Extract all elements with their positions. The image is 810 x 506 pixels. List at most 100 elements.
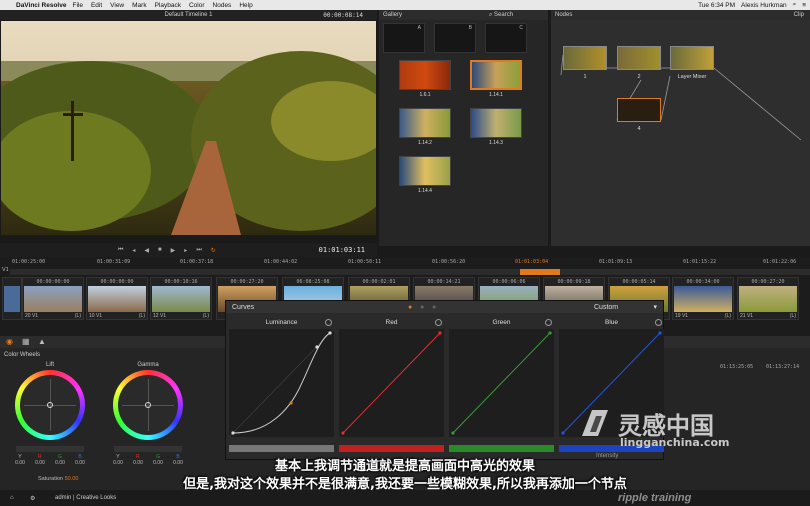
node-editor: Nodes Clip 1 2 Layer Mixer 4 (551, 10, 810, 246)
list-icon[interactable]: ≡ (802, 2, 806, 9)
menu-edit[interactable]: Edit (91, 2, 102, 9)
menu-playback[interactable]: Playback (155, 2, 181, 9)
clip-name: 10 V1 (89, 313, 103, 319)
menu-view[interactable]: View (110, 2, 124, 9)
app-name[interactable]: DaVinci Resolve (16, 2, 66, 9)
jump-start-icon[interactable]: ⏮ (118, 247, 123, 254)
color-wheels-tab-icon[interactable]: ◉ (6, 337, 13, 346)
curve-channel-label: Luminance (265, 319, 298, 326)
corner-watermark: ripple training (618, 492, 692, 504)
node-label: 1 (583, 74, 587, 80)
clip-flag: (L) (202, 313, 209, 319)
gamma-wheel[interactable]: Gamma Y R G B 0.00 0.00 0.00 0.00 (108, 362, 188, 466)
timeline-selector[interactable]: Default Timeline 1 (164, 12, 212, 18)
red-curve[interactable]: Red (339, 319, 444, 439)
viewer-image (1, 21, 376, 235)
luminance-graph[interactable] (229, 329, 334, 437)
menu-color[interactable]: Color (189, 2, 205, 9)
ruler-tc: 01:01:03:04 (515, 259, 549, 265)
green-graph[interactable] (449, 329, 554, 437)
play-reverse-icon[interactable]: ◀ (144, 247, 149, 254)
loop-icon[interactable]: ↻ (211, 247, 216, 254)
wheel-name: Gamma (137, 362, 159, 368)
step-forward-icon[interactable]: ▸ (184, 247, 187, 254)
still-item[interactable]: 1.14.4 (399, 156, 451, 194)
log-icon[interactable]: ▲ (38, 337, 46, 346)
menu-file[interactable]: File (72, 2, 82, 9)
reset-icon[interactable] (545, 319, 552, 326)
clip-thumb[interactable] (2, 277, 22, 320)
page-dot[interactable]: ● (420, 304, 424, 311)
luminance-intensity-bar[interactable] (229, 445, 334, 452)
gamma-master-wheel[interactable] (114, 446, 182, 452)
curves-mode-select[interactable]: Custom (594, 304, 618, 311)
wheel-puck[interactable] (145, 402, 151, 408)
user-name[interactable]: Alexis Hurkman (741, 2, 787, 9)
reset-icon[interactable] (435, 319, 442, 326)
clip-thumb[interactable]: 00:00:00:00 10 V1 (L) (86, 277, 148, 320)
album-c[interactable]: C (485, 23, 527, 53)
clip-name: 20 V1 (25, 313, 39, 319)
play-icon[interactable]: ▶ (171, 247, 176, 254)
step-back-icon[interactable]: ◂ (132, 247, 135, 254)
album-label: B (468, 25, 472, 31)
primaries-bars-icon[interactable]: ▦ (22, 337, 30, 346)
menu-help[interactable]: Help (239, 2, 252, 9)
wheel-name: Lift (45, 362, 54, 368)
lift-wheel[interactable]: Lift Y R G B 0.00 0.00 0.00 0.00 (10, 362, 90, 466)
clip-thumb[interactable]: 00:00:10:16 12 V1 (L) (150, 277, 212, 320)
menu-nodes[interactable]: Nodes (213, 2, 232, 9)
settings-icon[interactable]: ⚙ (30, 495, 35, 502)
clip-tc: 06:08:25:08 (296, 279, 330, 285)
clip-thumb[interactable]: 00:00:27:20 21 V1 (L) (737, 277, 799, 320)
stop-icon[interactable]: ■ (158, 247, 162, 254)
home-icon[interactable]: ⌂ (10, 495, 14, 501)
nodes-title: Nodes (555, 12, 573, 18)
node-2[interactable]: 2 (617, 46, 661, 80)
still-item[interactable]: 1.14.3 (470, 108, 522, 146)
page-dot-active[interactable]: ● (408, 304, 412, 311)
wheel-puck[interactable] (47, 402, 53, 408)
node-1[interactable]: 1 (563, 46, 607, 80)
clip-tc: 00:00:09:18 (557, 279, 591, 285)
red-intensity-bar[interactable] (339, 445, 444, 452)
gallery-search[interactable]: ⌕ Search (489, 12, 513, 19)
album-label: A (417, 25, 421, 31)
clip-thumb[interactable]: 00:00:00:00 20 V1 (L) (22, 277, 84, 320)
node-label: 4 (637, 126, 641, 132)
still-label: 1.14.3 (489, 140, 503, 146)
jump-end-icon[interactable]: ⏭ (196, 247, 201, 254)
nodes-mode[interactable]: Clip (794, 12, 804, 18)
album-a[interactable]: A (383, 23, 425, 53)
gallery-search-label: Search (494, 11, 514, 18)
ruler-tc: 01:01:09:13 (599, 259, 633, 265)
green-curve[interactable]: Green (449, 319, 554, 439)
menu-bar: DaVinci Resolve File Edit View Mark Play… (0, 0, 810, 10)
search-icon[interactable]: ⌕ (793, 1, 797, 9)
still-item[interactable]: 1.6.1 (399, 60, 451, 98)
node-layer-mixer[interactable]: Layer Mixer (670, 46, 714, 80)
timeline-ruler[interactable]: 01:00:25:00 01:00:31:09 01:00:37:18 01:0… (0, 259, 810, 267)
lift-master-wheel[interactable] (16, 446, 84, 452)
green-intensity-bar[interactable] (449, 445, 554, 452)
reset-icon[interactable] (655, 319, 662, 326)
clip-tc: 00:00:27:20 (751, 279, 785, 285)
chevron-down-icon[interactable]: ▾ (653, 303, 657, 311)
clip-flag: (L) (74, 313, 81, 319)
transport-bar: ⏮ ◂ ◀ ■ ▶ ▸ ⏭ ↻ 01:01:03:11 (0, 243, 377, 257)
video-track[interactable] (10, 269, 810, 275)
page-dot[interactable]: ● (432, 304, 436, 311)
ruler-tc: 01:00:31:09 (97, 259, 131, 265)
album-b[interactable]: B (434, 23, 476, 53)
node-4[interactable]: 4 (617, 98, 661, 132)
reset-icon[interactable] (325, 319, 332, 326)
luminance-curve[interactable]: Luminance (229, 319, 334, 439)
red-graph[interactable] (339, 329, 444, 437)
subtitle-line-1: 基本上我调节通道就是提高画面中高光的效果 (274, 459, 535, 474)
clip-thumb[interactable]: 00:00:34:00 19 V1 (L) (672, 277, 734, 320)
still-item[interactable]: 1.14.2 (399, 108, 451, 146)
menu-mark[interactable]: Mark (132, 2, 146, 9)
current-clip-marker (520, 269, 560, 275)
ruler-tc: 01:01:22:06 (763, 259, 797, 265)
still-item[interactable]: 1.14.1 (470, 60, 522, 98)
